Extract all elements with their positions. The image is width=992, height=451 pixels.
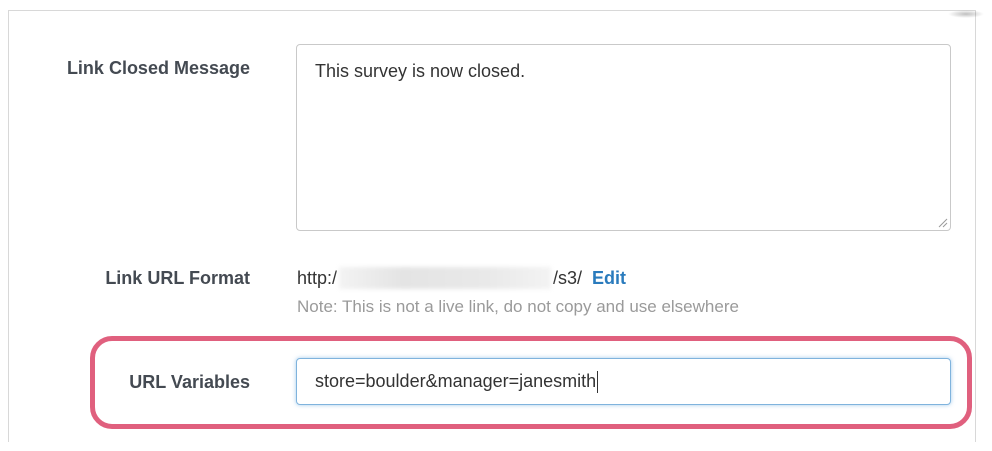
text-caret: [597, 371, 599, 394]
link-url-format-value: http:/ /s3/Edit: [297, 267, 626, 291]
url-variables-text: store=boulder&manager=janesmith: [315, 371, 597, 391]
url-variables-label: URL Variables: [129, 372, 250, 392]
url-format-note: Note: This is not a live link, do not co…: [297, 297, 739, 316]
panel-corner-shadow: [948, 10, 984, 18]
link-closed-message-text: This survey is now closed.: [315, 61, 526, 81]
link-url-format-label: Link URL Format: [105, 268, 250, 288]
edit-url-link[interactable]: Edit: [592, 268, 626, 289]
link-closed-message-label: Link Closed Message: [66, 58, 250, 78]
url-variables-input[interactable]: store=boulder&manager=janesmith: [296, 358, 951, 405]
url-suffix: /s3/: [553, 267, 583, 288]
url-prefix: http:/: [297, 267, 338, 288]
link-closed-message-textarea[interactable]: This survey is now closed.: [296, 44, 951, 231]
redacted-url-segment: [339, 267, 552, 290]
resize-grip-icon[interactable]: [936, 216, 948, 228]
